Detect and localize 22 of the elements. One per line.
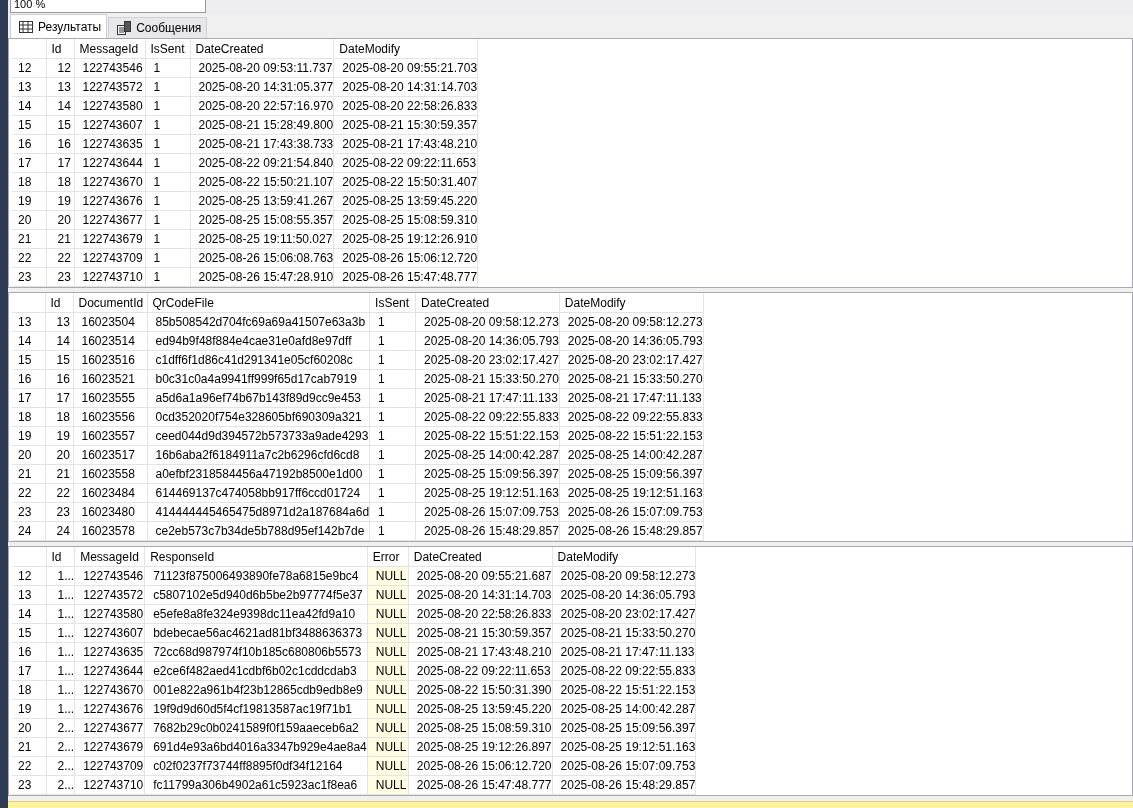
column-header[interactable]: IsSent	[145, 39, 190, 59]
column-header[interactable]: MessageId	[74, 547, 145, 567]
column-header[interactable]: DateModify	[559, 293, 704, 313]
tab[interactable]: Сообщения	[108, 17, 208, 38]
column-header[interactable]: QrCodeFile	[147, 293, 370, 313]
column-header[interactable]: Id	[46, 547, 75, 567]
document-icon	[117, 21, 132, 35]
column-header[interactable]: DateCreated	[408, 547, 553, 567]
column-header[interactable]: Error	[367, 547, 409, 567]
zoom-dropdown[interactable]: 100 %	[10, 0, 206, 13]
tab[interactable]: Результаты	[10, 14, 108, 38]
column-header[interactable]: DateCreated	[415, 293, 560, 313]
column-header[interactable]: Id	[46, 39, 74, 59]
column-header[interactable]: IsSent	[369, 293, 416, 313]
column-header[interactable]: DateModify	[333, 39, 478, 59]
column-header[interactable]: Id	[45, 293, 73, 313]
column-header[interactable]: MessageId	[74, 39, 145, 59]
column-header[interactable]: DateModify	[552, 547, 696, 567]
grid-icon	[19, 20, 33, 33]
column-header[interactable]: DateCreated	[190, 39, 334, 59]
column-header[interactable]: DocumentId	[73, 293, 147, 313]
column-header[interactable]: ResponseId	[144, 547, 368, 567]
